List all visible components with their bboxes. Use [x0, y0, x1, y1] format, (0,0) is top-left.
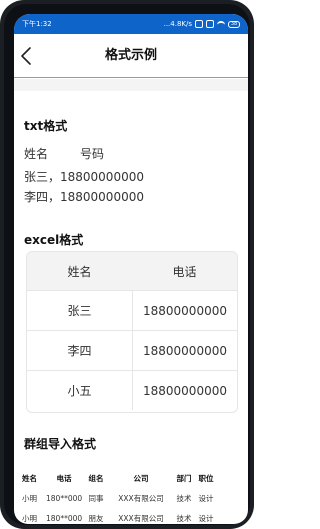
phone-bezel: 下午1:32 ...4.8K/s 38 格式示例 txt格式 姓名 号码 张三，… [4, 4, 250, 525]
table-row: 小明 180**000 朋友 XXX有限公司 技术 设计 [22, 508, 246, 524]
group-cell: 技术 [176, 493, 192, 503]
txt-section-title: txt格式 [24, 119, 68, 133]
phone-frame: 下午1:32 ...4.8K/s 38 格式示例 txt格式 姓名 号码 张三，… [0, 0, 254, 529]
txt-header-phone: 号码 [80, 147, 105, 161]
txt-line: 李四，18800000000 [24, 190, 144, 204]
group-header-cell: 组名 [88, 473, 104, 483]
group-table: 姓名 电话 组名 公司 部门 职位 小明 180**000 同事 XXX有限公司… [22, 468, 246, 524]
txt-line: 张三，18800000000 [24, 170, 144, 184]
vibrate-icon [206, 20, 214, 28]
group-cell: 小明 [22, 493, 37, 503]
wifi-icon [217, 21, 225, 27]
excel-cell-name: 张三 [67, 304, 92, 318]
excel-cell-name: 小五 [67, 384, 92, 398]
status-bar: 下午1:32 ...4.8K/s 38 [14, 14, 248, 34]
group-cell: XXX有限公司 [118, 493, 164, 503]
group-section-title: 群组导入格式 [24, 437, 97, 451]
group-cell: 小明 [22, 513, 37, 523]
table-row: 小五 18800000000 [27, 370, 237, 410]
group-cell: 朋友 [88, 513, 104, 523]
table-row: 小明 180**000 同事 XXX有限公司 技术 设计 [22, 488, 246, 508]
excel-section-title: excel格式 [24, 233, 84, 247]
txt-header-line: 姓名 号码 [24, 145, 104, 162]
phone-screen: 下午1:32 ...4.8K/s 38 格式示例 txt格式 姓名 号码 张三，… [14, 14, 248, 524]
group-cell: 同事 [88, 493, 104, 503]
group-header-cell: 电话 [56, 473, 72, 483]
battery-icon: 38 [228, 20, 240, 28]
main-content: txt格式 姓名 号码 张三，18800000000 李四，1880000000… [14, 79, 248, 524]
excel-header-row: 姓名 电话 [27, 252, 237, 290]
group-header-cell: 部门 [176, 473, 192, 483]
group-cell: XXX有限公司 [118, 513, 164, 523]
txt-header-name: 姓名 [24, 147, 49, 161]
table-row: 李四 18800000000 [27, 330, 237, 370]
group-header-cell: 姓名 [22, 473, 37, 483]
top-gap [14, 79, 248, 91]
group-header-row: 姓名 电话 组名 公司 部门 职位 [22, 468, 246, 488]
group-cell: 180**000 [46, 493, 83, 503]
group-cell: 180**000 [46, 513, 83, 523]
status-time: 下午1:32 [22, 20, 52, 28]
status-indicators: ...4.8K/s 38 [164, 14, 240, 34]
group-header-cell: 公司 [133, 473, 149, 483]
excel-table: 姓名 电话 张三 18800000000 李四 18800000000 小五 1… [26, 251, 238, 413]
excel-header-phone: 电话 [172, 264, 197, 279]
nav-bar: 格式示例 [14, 34, 248, 78]
battery-level: 38 [230, 20, 238, 27]
excel-cell-phone: 18800000000 [132, 291, 237, 330]
group-header-cell: 职位 [198, 473, 214, 483]
excel-cell-name: 李四 [67, 344, 92, 358]
group-cell: 设计 [198, 513, 214, 523]
group-cell: 技术 [176, 513, 192, 523]
excel-header-name: 姓名 [67, 264, 92, 279]
table-row: 张三 18800000000 [27, 290, 237, 330]
alarm-icon [195, 20, 203, 28]
excel-cell-phone: 18800000000 [132, 371, 237, 410]
page-title: 格式示例 [104, 48, 157, 63]
excel-cell-phone: 18800000000 [132, 331, 237, 370]
network-speed: ...4.8K/s [163, 20, 192, 28]
group-cell: 设计 [198, 493, 214, 503]
